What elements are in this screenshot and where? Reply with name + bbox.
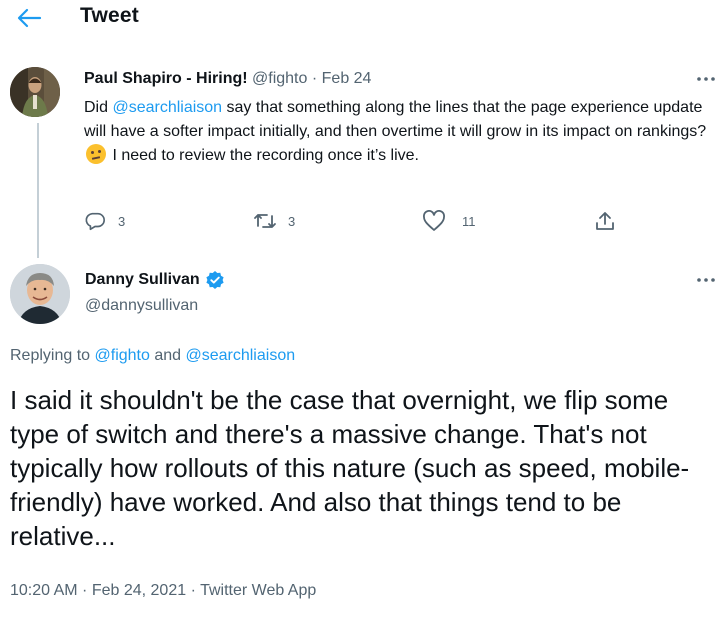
replying-to: Replying to @fighto and @searchliaison bbox=[10, 347, 295, 365]
more-horizontal-icon bbox=[697, 278, 715, 282]
like-count: 11 bbox=[462, 213, 476, 229]
tweet-source[interactable]: Twitter Web App bbox=[200, 582, 316, 599]
heart-icon bbox=[423, 210, 445, 231]
tweet-time[interactable]: 10:20 AM bbox=[10, 582, 78, 599]
mention-link[interactable]: @searchliaison bbox=[112, 99, 222, 116]
tweet-actions: 3 3 11 bbox=[84, 207, 624, 235]
arrow-left-icon bbox=[17, 8, 42, 28]
back-button[interactable] bbox=[14, 4, 44, 32]
replying-prefix: Replying to bbox=[10, 347, 95, 364]
thread-connector bbox=[37, 123, 39, 258]
verified-badge-icon bbox=[206, 271, 224, 289]
tweet-date[interactable]: Feb 24 bbox=[322, 70, 372, 87]
tweet-header: Paul Shapiro - Hiring! @fighto · Feb 24 bbox=[84, 70, 371, 88]
like-button[interactable]: 11 bbox=[422, 207, 476, 235]
mention-link[interactable]: @fighto bbox=[95, 347, 150, 364]
more-options-button[interactable] bbox=[694, 71, 718, 87]
thinking-face-emoji bbox=[86, 144, 106, 164]
tweet-date[interactable]: Feb 24, 2021 bbox=[92, 582, 186, 599]
mention-link[interactable]: @searchliaison bbox=[185, 347, 295, 364]
tweet-text-segment: I need to review the recording once it’s… bbox=[108, 147, 419, 164]
separator-dot: · bbox=[77, 582, 92, 599]
retweet-count: 3 bbox=[288, 213, 296, 229]
author-handle[interactable]: @dannysullivan bbox=[85, 297, 198, 315]
tweet-text: Did @searchliaison say that something al… bbox=[84, 96, 714, 168]
retweet-button[interactable]: 3 bbox=[252, 207, 295, 235]
tweet-metadata: 10:20 AM · Feb 24, 2021 · Twitter Web Ap… bbox=[10, 582, 316, 600]
tweet-text: I said it shouldn't be the case that ove… bbox=[10, 385, 690, 551]
page-title: Tweet bbox=[80, 4, 139, 27]
author-name[interactable]: Paul Shapiro - Hiring! bbox=[84, 70, 248, 87]
share-button[interactable] bbox=[594, 207, 616, 235]
separator-dot: · bbox=[186, 582, 201, 599]
separator-dot: · bbox=[311, 70, 318, 87]
tweet-text-segment: Did bbox=[84, 99, 113, 116]
avatar[interactable] bbox=[10, 67, 60, 117]
avatar-photo bbox=[10, 264, 70, 324]
retweet-icon bbox=[254, 214, 276, 228]
page-header: Tweet bbox=[0, 0, 719, 36]
avatar-photo bbox=[10, 67, 60, 117]
share-icon bbox=[596, 212, 614, 230]
reply-icon bbox=[85, 212, 105, 231]
author-handle[interactable]: @fighto bbox=[252, 70, 307, 87]
replying-conjunction: and bbox=[149, 347, 186, 364]
more-horizontal-icon bbox=[697, 77, 715, 81]
reply-count: 3 bbox=[118, 213, 126, 229]
reply-button[interactable]: 3 bbox=[84, 207, 125, 235]
more-options-button[interactable] bbox=[694, 272, 718, 288]
avatar[interactable] bbox=[10, 264, 70, 324]
author-name[interactable]: Danny Sullivan bbox=[85, 271, 200, 289]
author-name-row: Danny Sullivan bbox=[85, 270, 225, 290]
